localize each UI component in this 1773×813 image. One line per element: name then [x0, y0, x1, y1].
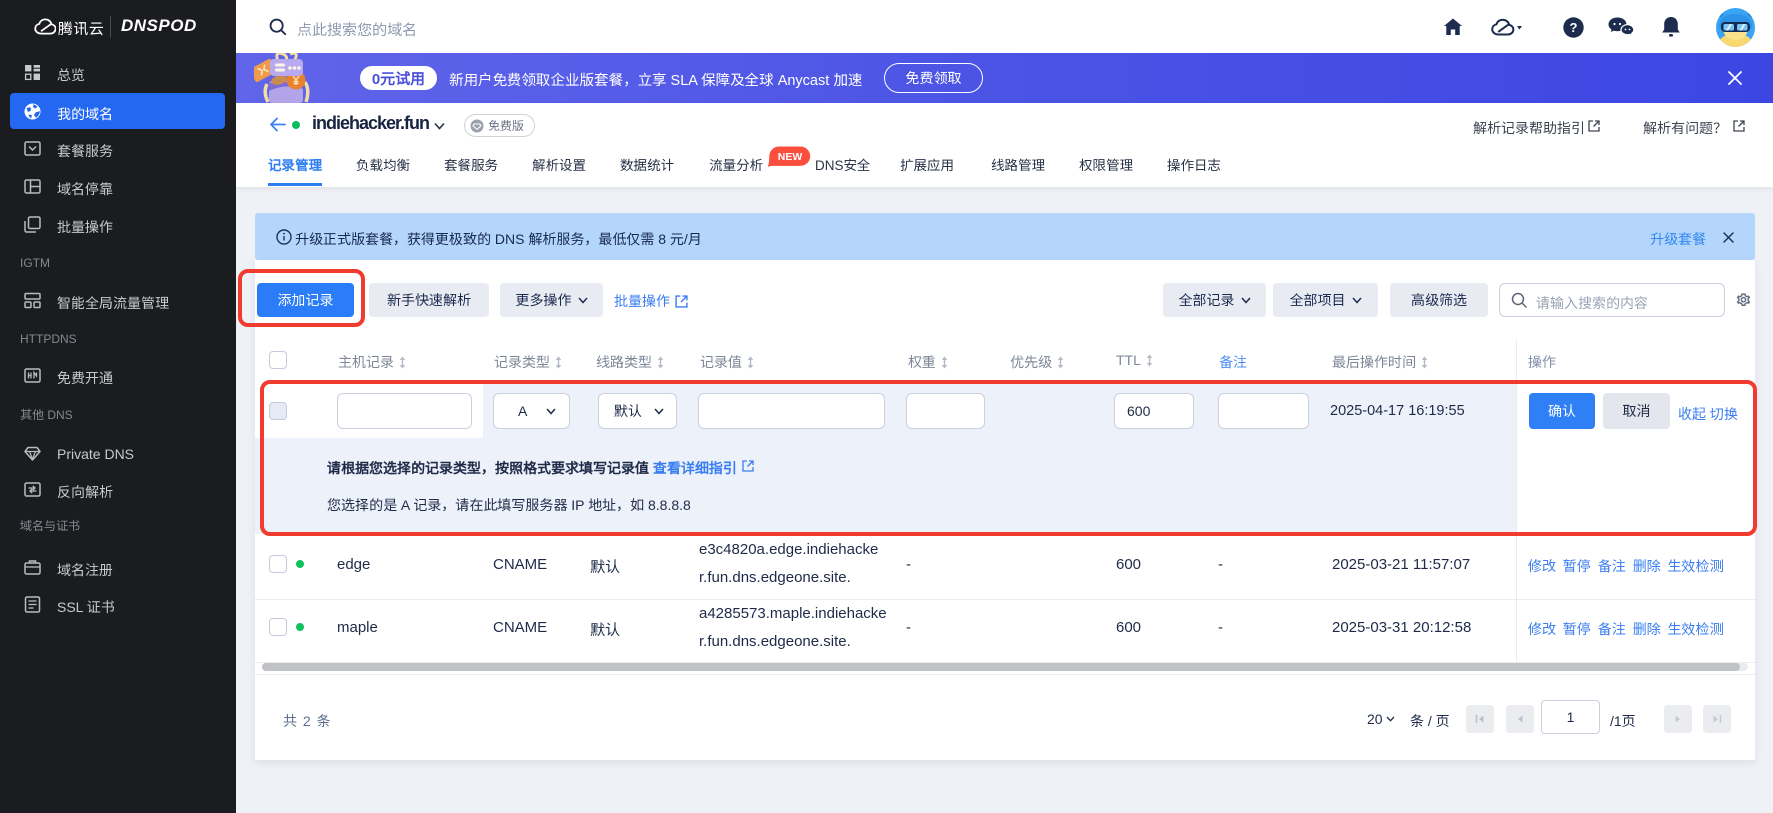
- svg-text:?: ?: [1570, 20, 1578, 35]
- svg-text:NEW: NEW: [778, 151, 803, 163]
